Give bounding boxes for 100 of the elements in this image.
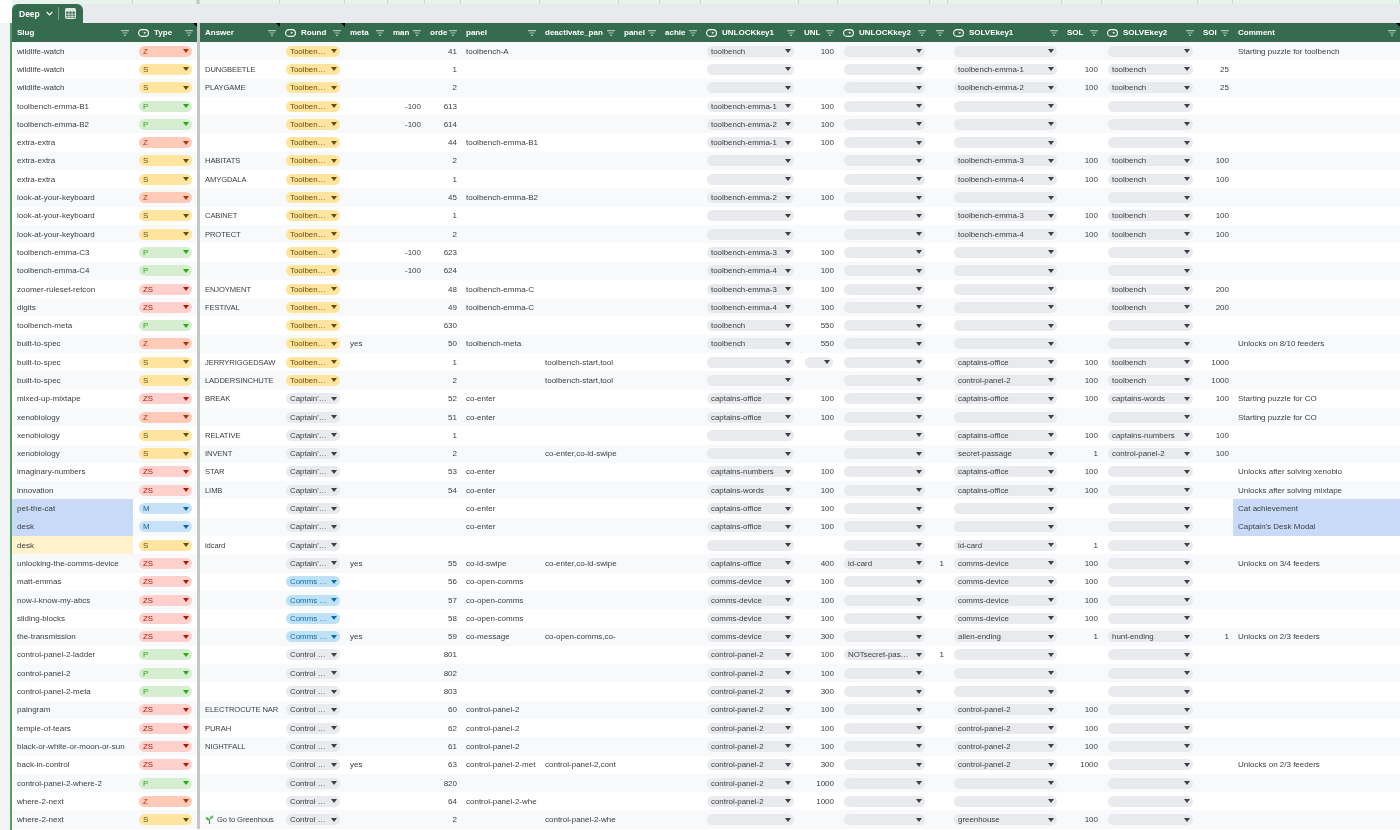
table-cell-text: built-to-spec [16,356,62,369]
table-cell-text: 2 [451,155,458,168]
table-cell-text: 60 [447,704,458,717]
caret-icon [916,396,922,401]
caret-icon [916,415,922,420]
caret-icon [1048,250,1054,255]
caret-icon [916,781,922,785]
column-header: meta [350,28,369,37]
caret-icon [1048,634,1054,639]
table-cell-text: toolbench-emma-B2 [16,118,91,131]
filter-icon[interactable] [648,29,656,36]
table-cell-text: look-at-your-keyboard [16,192,96,204]
caret-icon [785,177,791,182]
table-cell-text: 623 [442,246,458,259]
caret-icon [331,177,337,182]
table-cell-text: 100 [1214,228,1230,241]
table-cell-text: 100 [1214,210,1230,223]
caret-icon [331,268,337,273]
caret-icon [785,158,791,163]
filter-icon[interactable] [413,29,421,36]
caret-icon [916,323,922,328]
caret-icon [1184,598,1190,603]
filter-icon[interactable] [449,29,457,36]
table-cell-text: wildlife-watch [16,63,66,76]
caret-icon [1048,598,1054,603]
caret-icon [1184,689,1190,694]
filter-icon[interactable] [607,29,615,36]
filter-icon[interactable] [787,29,795,36]
caret-icon [183,616,189,621]
filter-icon[interactable] [185,29,193,36]
table-cell-text: toolbench-start,tool [544,375,615,387]
caret-icon [331,360,337,365]
column-header: UNLOCKkey2 [859,28,911,37]
caret-icon [183,433,189,438]
table-cell-text: -100 [404,265,422,278]
caret-icon [1048,799,1054,804]
table-cell-text: 1 [1092,448,1099,461]
table-cell-text: toolbench-meta [465,338,523,351]
caret-icon [183,396,189,401]
column-header: Comment [1238,28,1275,37]
filter-icon[interactable] [918,29,926,36]
caret-icon [916,250,922,255]
table-cell-text: 2 [451,82,458,95]
filter-icon[interactable] [528,29,536,36]
filter-icon[interactable] [1221,29,1229,36]
table-cell-text: the-transmission [16,631,77,644]
caret-icon [331,378,337,383]
table-cell-text: built-to-spec [16,375,62,387]
table-cell-text: toolbench-emma-C4 [16,265,91,278]
caret-icon [1184,506,1190,511]
caret-icon [785,469,791,474]
table-cell-text: Starting puzzle for CO [1237,393,1318,406]
table-cell-text: built-to-spec [16,338,62,351]
caret-icon [916,726,922,731]
caret-icon [331,140,337,145]
caret-icon [1048,707,1054,712]
table-cell-text: 49 [447,301,458,314]
caret-icon [1184,726,1190,731]
table-cell-text: xenobiology [16,411,61,424]
caret-icon [1048,506,1054,511]
filter-icon[interactable] [936,29,944,36]
table-cell-text: 100 [1083,612,1099,625]
table-cell-text: toolbench-A [465,45,510,58]
table-cell-text: digits [16,301,37,314]
caret-icon [916,341,922,346]
caret-icon [331,213,337,218]
table-cell-text: matt-emmas [16,576,63,589]
filter-icon[interactable] [689,29,697,36]
table-icon[interactable] [64,8,76,19]
filter-icon[interactable] [1186,29,1194,36]
table-cell-text: 100 [1083,814,1099,827]
table-name-button[interactable]: Deep [12,4,58,23]
table-cell-text: 550 [819,338,835,351]
filter-icon[interactable] [121,29,129,36]
caret-icon [183,524,189,529]
filter-icon[interactable] [376,29,384,36]
filter-icon[interactable] [268,29,276,36]
table-cell-text: 624 [442,265,458,278]
dropdown-chip[interactable] [805,356,833,368]
filter-icon[interactable] [826,29,834,36]
column-header: Answer [205,28,234,37]
caret-icon [916,524,922,529]
caret-icon [916,561,922,566]
caret-icon [331,579,337,584]
table-cell-text: 100 [819,301,835,314]
caret-icon [331,104,337,109]
filter-icon[interactable] [1388,29,1396,36]
table-cell: desk [12,536,133,555]
filter-icon[interactable] [1050,29,1058,36]
caret-icon [183,707,189,712]
table-cell-text: 100 [819,265,835,278]
caret-icon [785,140,791,145]
caret-icon [1184,305,1190,310]
table-cell-text: 41 [447,45,458,58]
table-cell-text: 1 [451,429,458,442]
filter-icon[interactable] [1090,29,1098,36]
column-header: panel [624,28,645,37]
filter-icon[interactable] [333,29,341,36]
caret-icon [183,744,189,749]
caret-icon [183,506,189,511]
